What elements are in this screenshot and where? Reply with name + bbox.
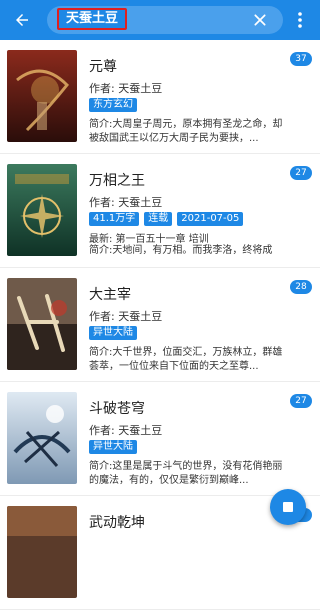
close-icon — [254, 14, 266, 26]
book-tags: 41.1万字 连载 2021-07-05 — [89, 212, 244, 226]
book-tag: 2021-07-05 — [177, 212, 244, 226]
more-vert-icon — [298, 12, 302, 28]
book-intro: 简介:大周皇子周元，原本拥有圣龙之命，却被敌国武王以亿万大周子民为要挟，... — [89, 119, 283, 144]
book-item[interactable]: 斗破苍穹 作者: 天蚕土豆 异世大陆 简介:这里是属于斗气的世界，没有花俏艳丽的… — [0, 382, 320, 496]
book-tag: 异世大陆 — [89, 326, 137, 340]
book-tag: 连载 — [144, 212, 173, 226]
book-tag: 东方玄幻 — [89, 98, 137, 112]
book-cover — [7, 50, 77, 142]
stop-square-icon — [283, 502, 293, 512]
stop-fab-button[interactable] — [270, 489, 306, 525]
book-author: 作者: 天蚕土豆 — [89, 196, 163, 209]
book-author: 作者: 天蚕土豆 — [89, 310, 163, 323]
result-badge: 27 — [290, 166, 312, 180]
book-item[interactable]: 元尊 作者: 天蚕土豆 东方玄幻 简介:大周皇子周元，原本拥有圣龙之命，却被敌国… — [0, 40, 320, 154]
book-cover — [7, 164, 77, 256]
book-title: 斗破苍穹 — [89, 401, 145, 417]
book-item[interactable]: 大主宰 作者: 天蚕土豆 异世大陆 简介:大千世界，位面交汇，万族林立，群雄荟萃… — [0, 268, 320, 382]
back-button[interactable] — [7, 5, 37, 35]
book-author: 作者: 天蚕土豆 — [89, 424, 163, 437]
book-cover — [7, 278, 77, 370]
arrow-left-icon — [16, 14, 28, 26]
book-title: 万相之王 — [89, 173, 145, 189]
clear-search-button[interactable] — [246, 6, 274, 34]
book-tags: 异世大陆 — [89, 440, 137, 454]
app-bar: 天蚕土豆 — [0, 0, 320, 40]
book-latest-chapter: 最新: 第一百五十一章 培训 — [89, 234, 209, 245]
book-title: 大主宰 — [89, 287, 131, 303]
book-title: 武动乾坤 — [89, 515, 145, 531]
book-cover — [7, 392, 77, 484]
book-author: 作者: 天蚕土豆 — [89, 82, 163, 95]
book-intro: 简介:天地间，有万相。而我李洛，终将成 — [89, 245, 273, 256]
search-results-list: 元尊 作者: 天蚕土豆 东方玄幻 简介:大周皇子周元，原本拥有圣龙之命，却被敌国… — [0, 40, 320, 610]
book-tags: 东方玄幻 — [89, 98, 137, 112]
more-options-button[interactable] — [290, 6, 310, 34]
book-cover — [7, 506, 77, 598]
book-tag: 异世大陆 — [89, 440, 137, 454]
book-intro: 简介:这里是属于斗气的世界，没有花俏艳丽的魔法，有的，仅仅是繁衍到巅峰... — [89, 461, 283, 486]
book-intro: 简介:大千世界，位面交汇，万族林立，群雄荟萃，一位位来自下位面的天之至尊... — [89, 347, 283, 372]
book-item[interactable]: 万相之王 作者: 天蚕土豆 41.1万字 连载 2021-07-05 最新: 第… — [0, 154, 320, 268]
result-badge: 27 — [290, 394, 312, 408]
search-query-text: 天蚕土豆 — [57, 8, 128, 30]
book-tag: 41.1万字 — [89, 212, 140, 226]
result-badge: 28 — [290, 280, 312, 294]
book-tags: 异世大陆 — [89, 326, 137, 340]
book-title: 元尊 — [89, 59, 117, 75]
result-badge: 37 — [290, 52, 312, 66]
